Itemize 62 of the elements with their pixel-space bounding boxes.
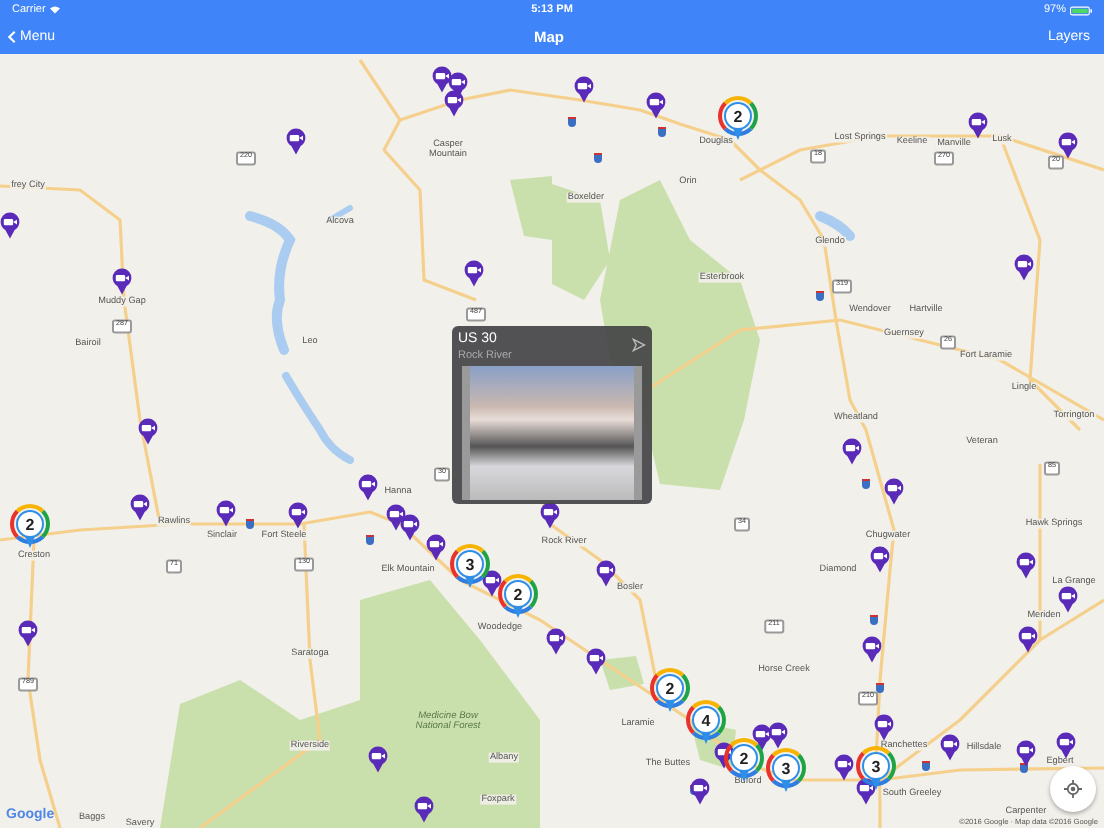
- crosshair-icon: [1064, 780, 1082, 798]
- interstate-shield-icon: [862, 479, 870, 489]
- interstate-shield-icon: [658, 127, 666, 137]
- camera-pin-icon: [129, 494, 151, 522]
- camera-pin-icon: [413, 796, 435, 824]
- camera-pin-icon: [855, 778, 877, 806]
- camera-pin-icon: [873, 714, 895, 742]
- camera-pin-icon: [137, 418, 159, 446]
- interstate-shield-icon: [366, 535, 374, 545]
- camera-pin-icon: [585, 648, 607, 676]
- wifi-icon: [49, 6, 60, 14]
- camera-pin-icon: [287, 502, 309, 530]
- lake: [282, 372, 354, 464]
- interstate-shield-icon: [870, 615, 878, 625]
- camera-pin-icon: [443, 90, 465, 118]
- camera-pin-icon: [713, 742, 735, 770]
- camera-pin-icon: [431, 66, 453, 94]
- locate-button[interactable]: [1050, 766, 1096, 812]
- camera-pin-icon: [1015, 552, 1037, 580]
- chevron-left-icon: [8, 30, 16, 44]
- camera-pin-icon: [645, 92, 667, 120]
- camera-pin-icon: [367, 746, 389, 774]
- camera-pin-icon: [1057, 132, 1079, 160]
- camera-pin-icon: [883, 478, 905, 506]
- camera-pin-icon: [1013, 254, 1035, 282]
- interstate-shield-icon: [594, 153, 602, 163]
- camera-pin-icon: [357, 474, 379, 502]
- camera-pin-icon: [399, 514, 421, 542]
- camera-pin-icon: [285, 128, 307, 156]
- camera-pin-icon: [833, 754, 855, 782]
- camera-pin-icon: [595, 560, 617, 588]
- camera-pin-icon: [967, 112, 989, 140]
- camera-pin-icon: [215, 500, 237, 528]
- camera-pin-icon: [573, 76, 595, 104]
- camera-pin-icon: [463, 260, 485, 288]
- camera-pin-icon: [1015, 740, 1037, 768]
- camera-pin-icon: [0, 212, 21, 240]
- interstate-shield-icon: [876, 683, 884, 693]
- camera-pin-icon: [767, 722, 789, 750]
- forest-area: [600, 656, 644, 690]
- interstate-shield-icon: [246, 519, 254, 529]
- interstate-shield-icon: [816, 291, 824, 301]
- interstate-shield-icon: [568, 117, 576, 127]
- camera-pin-icon: [939, 734, 961, 762]
- camera-pin-icon: [481, 570, 503, 598]
- camera-pin-icon: [545, 628, 567, 656]
- camera-pin-icon: [425, 534, 447, 562]
- camera-pin-icon: [689, 778, 711, 806]
- camera-pin-icon: [841, 438, 863, 466]
- interstate-shield-icon: [922, 761, 930, 771]
- camera-pin-icon: [751, 724, 773, 752]
- navigate-icon[interactable]: [632, 338, 646, 352]
- battery-icon: [1070, 5, 1093, 15]
- camera-pin-icon: [111, 268, 133, 296]
- camera-pin-icon: [861, 636, 883, 664]
- camera-pin-icon: [1055, 732, 1077, 760]
- lake: [815, 211, 855, 241]
- camera-pin-icon: [869, 546, 891, 574]
- camera-pin-icon: [1017, 626, 1039, 654]
- camera-pin-icon: [17, 620, 39, 648]
- lake: [245, 211, 295, 355]
- camera-pin-icon: [1057, 586, 1079, 614]
